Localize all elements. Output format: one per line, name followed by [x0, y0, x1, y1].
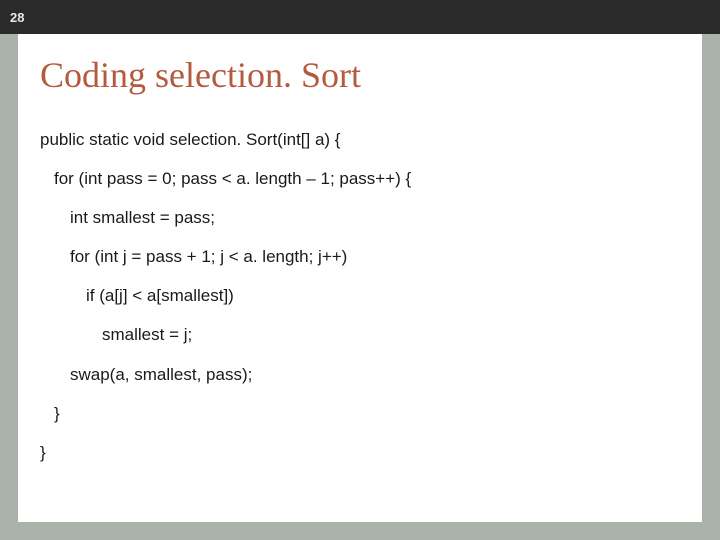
code-line-4: for (int j = pass + 1; j < a. length; j+…	[40, 237, 680, 276]
code-line-2: for (int pass = 0; pass < a. length – 1;…	[40, 159, 680, 198]
slide-number-bar: 28	[0, 0, 720, 34]
code-line-3: int smallest = pass;	[40, 198, 680, 237]
code-line-8: }	[40, 394, 680, 433]
code-line-6: smallest = j;	[40, 315, 680, 354]
code-block: public static void selection. Sort(int[]…	[40, 120, 680, 472]
code-line-5: if (a[j] < a[smallest])	[40, 276, 680, 315]
code-line-1: public static void selection. Sort(int[]…	[40, 120, 680, 159]
code-line-9: }	[40, 433, 680, 472]
slide-number: 28	[10, 10, 24, 25]
code-line-7: swap(a, smallest, pass);	[40, 355, 680, 394]
slide-title: Coding selection. Sort	[40, 54, 680, 96]
content-area: Coding selection. Sort public static voi…	[18, 34, 702, 522]
